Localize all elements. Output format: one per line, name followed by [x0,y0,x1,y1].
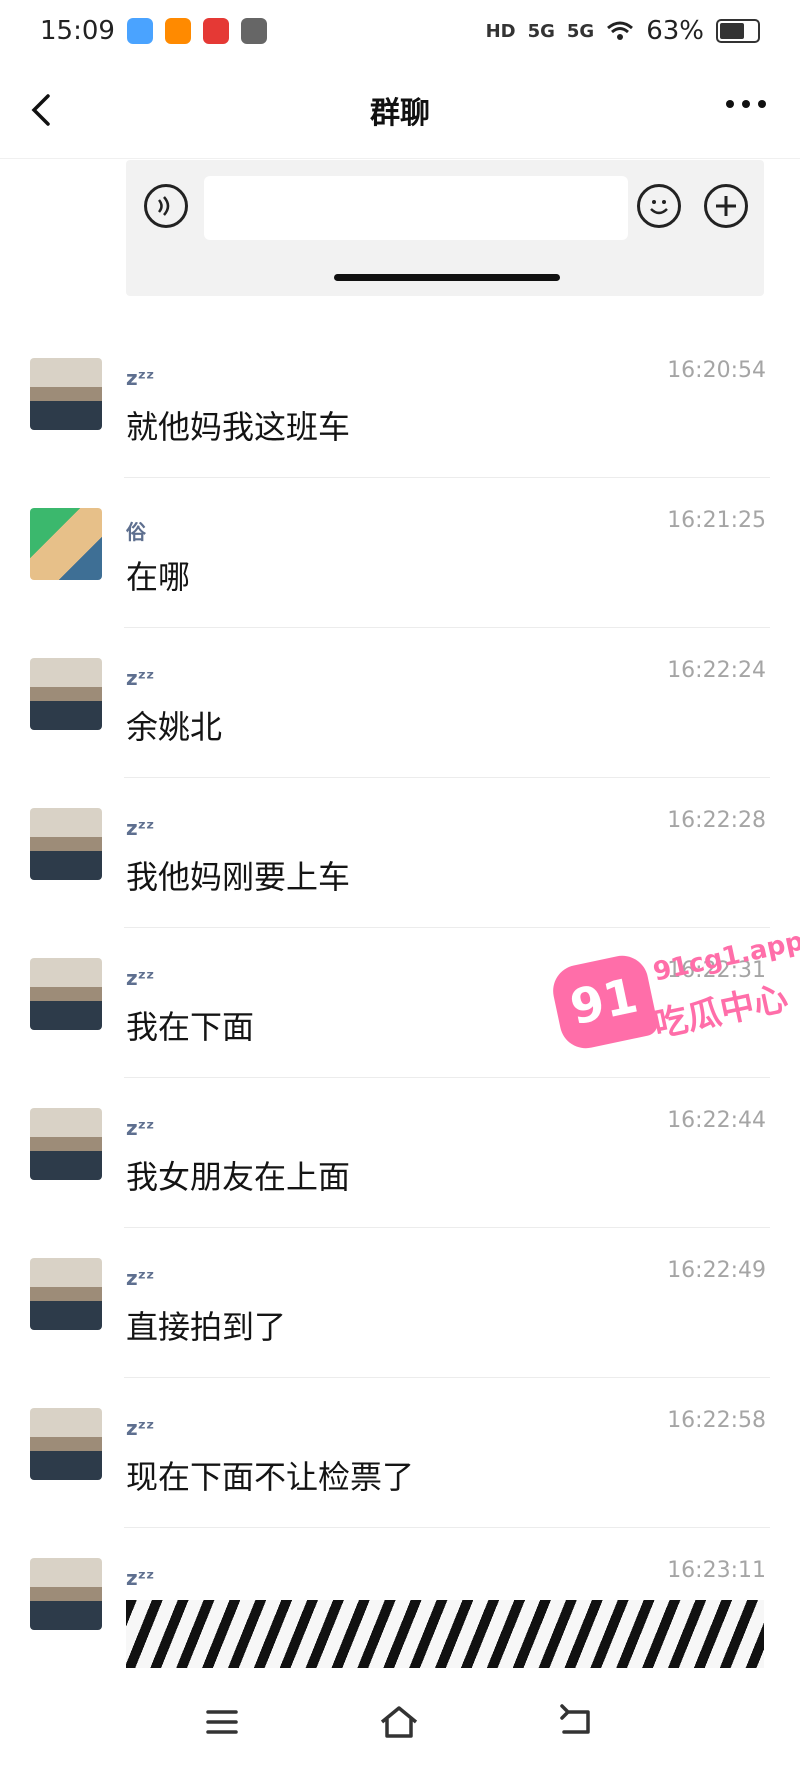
hd-indicator: HD [485,20,516,42]
avatar[interactable] [30,358,102,430]
plus-symbol-icon [716,196,736,216]
sender-name: zᶻᶻ [126,366,155,390]
timestamp: 16:22:58 [667,1408,766,1433]
battery-icon [716,19,760,43]
message-text: 我在下面 [126,1008,255,1046]
message-row: zᶻᶻ 16:22:58 现在下面不让检票了 [0,1378,800,1528]
more-dot [742,100,750,108]
back-chevron-icon[interactable] [24,90,64,130]
more-dots-icon[interactable] [726,100,766,108]
timestamp: 16:22:49 [667,1258,766,1283]
voice-wave-icon [157,196,170,216]
avatar[interactable] [30,808,102,880]
emoji-icon[interactable] [637,184,681,228]
composer-panel [126,160,764,296]
network-indicator-1: 5G [527,20,555,42]
avatar[interactable] [30,658,102,730]
timestamp: 16:22:44 [667,1108,766,1133]
avatar[interactable] [30,1558,102,1630]
watermark-badge: 91 [548,950,660,1054]
more-dot [726,100,734,108]
avatar[interactable] [30,1408,102,1480]
avatar[interactable] [30,1108,102,1180]
message-text: 我女朋友在上面 [126,1158,351,1196]
home-indicator [334,274,560,281]
message-row: zᶻᶻ 16:20:54 就他妈我这班车 [0,328,800,478]
more-dot [758,100,766,108]
message-row: 俗 16:21:25 在哪 [0,478,800,628]
sender-name: zᶻᶻ [126,1116,155,1140]
sender-name: zᶻᶻ [126,1266,155,1290]
status-right: HD 5G 5G 63% [486,16,760,46]
wifi-icon [607,21,634,40]
smile-icon [650,200,668,215]
title-bar: 群聊 [0,62,800,159]
message-row: zᶻᶻ 16:22:24 余姚北 [0,628,800,778]
timestamp: 16:20:54 [667,358,766,383]
sender-name: zᶻᶻ [126,1566,155,1590]
voice-icon[interactable] [144,184,188,228]
timestamp: 16:21:25 [667,508,766,533]
message-text: 余姚北 [126,708,223,746]
message-text: 现在下面不让检票了 [126,1458,415,1496]
battery-level [720,23,744,39]
sender-name: zᶻᶻ [126,666,155,690]
sender-name: 俗 [126,520,146,544]
sender-name: zᶻᶻ [126,966,155,990]
message-row: zᶻᶻ 16:22:44 我女朋友在上面 [0,1078,800,1228]
avatar[interactable] [30,1258,102,1330]
timestamp: 16:23:11 [667,1558,766,1583]
news-app-icon [202,18,229,44]
timestamp: 16:22:28 [667,808,766,833]
page-title: 群聊 [370,96,430,131]
plus-icon[interactable] [704,184,748,228]
sender-name: zᶻᶻ [126,1416,155,1440]
message-text: 在哪 [126,558,191,596]
status-time: 15:09 [40,16,115,46]
message-text: 直接拍到了 [126,1308,287,1346]
battery-percent: 63% [646,16,704,46]
message-row: zᶻᶻ 16:23:11 [0,1528,800,1680]
network-indicator-2: 5G [566,20,595,42]
sender-name: zᶻᶻ [126,816,155,840]
timestamp: 16:22:24 [667,658,766,683]
menu-icon[interactable] [204,1704,240,1740]
system-navigation-bar [0,1668,800,1772]
message-row: zᶻᶻ 16:22:28 我他妈刚要上车 [0,778,800,928]
message-text: 我他妈刚要上车 [126,858,351,896]
message-input[interactable] [204,176,628,240]
back-icon[interactable] [558,1704,594,1740]
sync-icon [240,18,267,44]
status-left: 15:09 [40,16,267,46]
notification-app-icon [126,18,153,44]
weibo-icon [164,18,191,44]
avatar[interactable] [30,958,102,1030]
message-row: zᶻᶻ 16:22:49 直接拍到了 [0,1228,800,1378]
watermark: 91 91cg1.app 吃瓜中心 [548,920,800,1070]
message-text: 就他妈我这班车 [126,408,351,446]
status-bar: 15:09 HD 5G 5G 63% [0,0,800,62]
home-icon[interactable] [378,1704,420,1740]
avatar[interactable] [30,508,102,580]
